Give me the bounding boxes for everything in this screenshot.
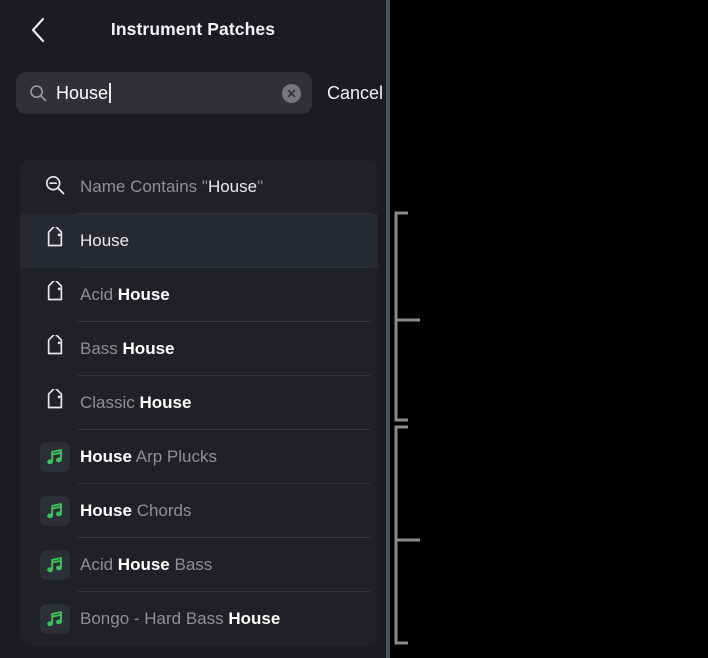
search-row: House Cancel [0,72,386,114]
tag-icon [43,332,67,364]
music-note-icon [40,496,70,526]
list-item-label: Name Contains "House" [80,177,264,196]
list-item[interactable]: Acid House Bass [20,538,378,592]
list-item[interactable]: Bongo - Hard Bass House [20,592,378,646]
search-input[interactable]: House [16,72,312,114]
patch-results-bracket [394,425,408,645]
clear-search-button[interactable] [282,83,301,103]
list-item-label: Classic House [80,393,192,412]
search-icon [29,84,47,102]
music-note-icon [40,442,70,472]
music-note-icon [40,604,70,634]
list-item-label: Acid House Bass [80,555,213,574]
list-item-icon [38,224,72,256]
list-item[interactable]: Classic House [20,376,378,430]
text-cursor [109,83,111,103]
tag-results-bracket [394,211,408,422]
list-item-icon [38,332,72,364]
panel-divider [386,0,390,658]
search-input-value: House [56,82,109,103]
list-item-icon [38,174,72,201]
tag-icon [43,386,67,418]
list-item-label: House Chords [80,501,192,520]
cancel-button[interactable]: Cancel [327,83,383,104]
nav-bar: Instrument Patches [0,0,386,62]
list-item-icon [38,278,72,310]
list-item-label: House [80,231,130,250]
list-item[interactable]: House Chords [20,484,378,538]
list-item-icon [38,496,72,526]
list-item[interactable]: House Arp Plucks [20,430,378,484]
list-item-label: Bongo - Hard Bass House [80,609,281,628]
list-item-icon [38,442,72,472]
search-value-wrap: House [56,83,282,104]
list-item[interactable]: Acid House [20,268,378,322]
list-item-icon [38,550,72,580]
list-item-label: Bass House [80,339,175,358]
instrument-patches-panel: Instrument Patches House Cancel Name Con… [0,0,386,658]
list-item-icon [38,386,72,418]
page-title: Instrument Patches [110,19,276,39]
list-item[interactable]: House [20,214,378,268]
list-item[interactable]: Bass House [20,322,378,376]
tag-icon [43,224,67,256]
list-item-icon [38,604,72,634]
music-note-icon [40,550,70,580]
list-item[interactable]: Name Contains "House" [20,160,378,214]
search-minus-icon [44,174,66,201]
list-item-label: House Arp Plucks [80,447,218,466]
list-item-label: Acid House [80,285,170,304]
tag-icon [43,278,67,310]
search-results-list: Name Contains "House" House Acid House Bass… [20,160,378,646]
